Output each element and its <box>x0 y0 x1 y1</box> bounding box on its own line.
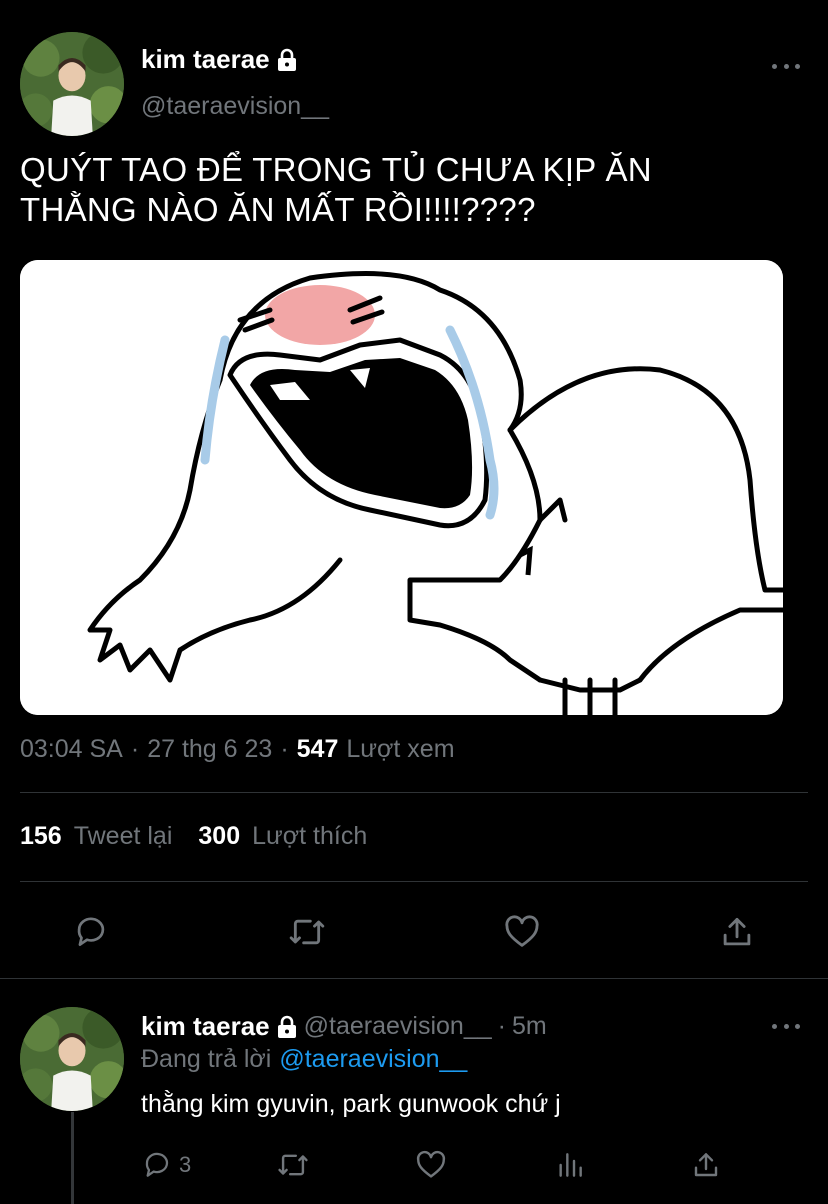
tweet-image[interactable] <box>20 260 783 715</box>
meta-separator: · <box>130 735 140 763</box>
replying-to: Đang trả lời @taeraevision__ <box>141 1045 467 1074</box>
replying-to-handle[interactable]: @taeraevision__ <box>279 1045 467 1074</box>
retweet-icon <box>289 919 325 945</box>
reply-author-avatar[interactable] <box>20 1007 124 1111</box>
tweet-meta: 03:04 SA · 27 thg 6 23 · 547 Lượt xem <box>20 735 455 764</box>
reply-text: thằng kim gyuvin, park gunwook chứ j <box>141 1090 561 1118</box>
reply-retweet-button[interactable] <box>276 1148 310 1182</box>
likes-label[interactable]: Lượt thích <box>252 822 367 851</box>
tweet-date[interactable]: 27 thg 6 23 <box>147 735 272 764</box>
reply-age[interactable]: 5m <box>512 1012 547 1041</box>
reply-author-handle[interactable]: @taeraevision__ <box>304 1012 492 1041</box>
heart-icon <box>416 1150 446 1178</box>
author-avatar[interactable] <box>20 32 124 136</box>
reply-separator: · <box>497 1012 506 1040</box>
reply-views-button[interactable] <box>554 1148 586 1182</box>
reply-count: 3 <box>179 1152 192 1177</box>
reply-reply-button[interactable]: 3 <box>141 1148 191 1182</box>
lock-icon <box>276 48 298 72</box>
retweet-button[interactable] <box>284 909 330 955</box>
share-icon <box>723 917 751 946</box>
meta-separator: · <box>280 735 289 763</box>
like-button[interactable] <box>499 909 545 955</box>
more-icon[interactable] <box>772 61 800 71</box>
likes-count[interactable]: 300 <box>198 822 240 851</box>
author-name[interactable]: kim taerae <box>141 44 270 75</box>
reply-button[interactable] <box>68 909 114 955</box>
reply-icon <box>77 917 105 947</box>
share-button[interactable] <box>714 909 760 955</box>
reply-like-button[interactable] <box>414 1148 448 1182</box>
divider <box>0 978 828 979</box>
author-name-row: kim taerae <box>141 44 298 75</box>
author-handle[interactable]: @taeraevision__ <box>141 92 329 121</box>
tweet-stats: 156 Tweet lại 300 Lượt thích <box>20 822 381 851</box>
tweet-text-line-2: THẰNG NÀO ĂN MẤT RỒI!!!!???? <box>20 191 536 228</box>
share-icon <box>694 1153 718 1177</box>
heart-icon <box>505 915 539 947</box>
thread-line <box>71 1112 74 1204</box>
replying-to-label: Đang trả lời <box>141 1045 272 1073</box>
tweet-time[interactable]: 03:04 SA <box>20 735 123 764</box>
views-label: Lượt xem <box>346 735 455 763</box>
reply-author-row: kim taerae @taeraevision__ · 5m <box>141 1011 547 1042</box>
reply-author-name[interactable]: kim taerae <box>141 1011 270 1042</box>
retweet-icon <box>278 1154 308 1176</box>
tweet-text-line-1: QUÝT TAO ĐỂ TRONG TỦ CHƯA KỊP ĂN <box>20 151 652 188</box>
analytics-icon <box>559 1153 582 1177</box>
retweets-count[interactable]: 156 <box>20 822 62 851</box>
views-count: 547 <box>296 735 339 763</box>
tweet-text: QUÝT TAO ĐỂ TRONG TỦ CHƯA KỊP ĂN THẰNG N… <box>20 150 810 230</box>
reply-share-button[interactable] <box>690 1148 722 1182</box>
divider <box>20 881 808 882</box>
reply-icon <box>145 1152 169 1177</box>
divider <box>20 792 808 793</box>
lock-icon <box>276 1015 298 1039</box>
more-icon[interactable] <box>772 1021 800 1031</box>
retweets-label[interactable]: Tweet lại <box>74 822 173 851</box>
